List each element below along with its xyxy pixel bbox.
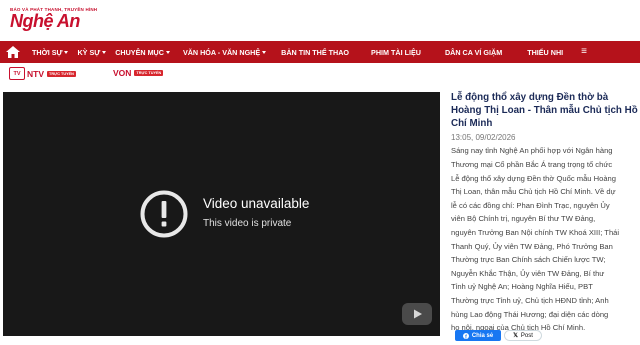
youtube-logo-icon[interactable]	[402, 303, 432, 325]
facebook-share-button[interactable]: f Chia sẻ	[455, 330, 501, 341]
ntv-live-badge: TRỰC TUYẾN	[47, 70, 76, 77]
nav-item-thieu-nhi[interactable]: THIẾU NHI	[527, 48, 563, 57]
article-panel: Lễ động thổ xây dựng Đền thờ bà Hoàng Th…	[451, 92, 640, 334]
nav-item-ky-su[interactable]: KỲ SỰ	[77, 48, 107, 57]
chevron-down-icon	[262, 50, 267, 54]
x-post-button[interactable]: 𝕏 Post	[504, 330, 542, 341]
video-error-subtitle: This video is private	[203, 218, 292, 229]
von-live-badge: TRỰC TUYẾN	[134, 70, 164, 76]
video-error-title: Video unavailable	[203, 196, 310, 211]
alert-circle-icon	[140, 190, 188, 238]
ntv-live-link[interactable]: TV NTV TRỰC TUYẾN	[9, 67, 76, 80]
chevron-down-icon	[102, 50, 107, 54]
ntv-label: NTV	[27, 68, 44, 79]
nav-item-phim-tai-lieu[interactable]: PHIM TÀI LIỆU	[371, 48, 421, 57]
chevron-down-icon	[165, 50, 170, 54]
facebook-icon: f	[462, 332, 469, 339]
nav-item-chuyen-muc[interactable]: CHUYÊN MỤC	[115, 48, 170, 57]
nav-item-van-hoa[interactable]: VĂN HÓA - VĂN NGHỆ	[183, 48, 267, 57]
video-player[interactable]: Video unavailable This video is private	[3, 92, 440, 336]
nav-item-thoi-su[interactable]: THỜI SỰ	[32, 48, 69, 57]
tv-icon: TV	[9, 67, 25, 80]
site-logo[interactable]: BÁO VÀ PHÁT THANH, TRUYỀN HÌNH Nghệ An	[10, 7, 97, 30]
nav-item-dan-ca-vi-giam[interactable]: DÂN CA VÍ GIẶM	[445, 48, 502, 57]
article-title[interactable]: Lễ động thổ xây dựng Đền thờ bà Hoàng Th…	[451, 92, 640, 130]
logo-name: Nghệ An	[10, 11, 80, 31]
home-icon[interactable]	[2, 41, 24, 63]
main-nav: THỜI SỰ KỲ SỰ CHUYÊN MỤC VĂN HÓA - VĂN N…	[0, 41, 640, 63]
live-channels-bar: TV NTV TRỰC TUYẾN VON TRỰC TUYẾN	[0, 63, 640, 83]
von-label: VON	[113, 68, 132, 78]
chevron-down-icon	[64, 50, 69, 54]
site-header: BÁO VÀ PHÁT THANH, TRUYỀN HÌNH Nghệ An	[0, 0, 640, 41]
von-live-link[interactable]: VON TRỰC TUYẾN	[113, 68, 164, 78]
nav-item-ban-tin-the-thao[interactable]: BẢN TIN THỂ THAO	[281, 48, 349, 57]
hamburger-menu-icon[interactable]: ≡	[581, 47, 587, 57]
article-timestamp: 13:05, 09/02/2026	[451, 133, 516, 143]
x-logo-icon: 𝕏	[513, 333, 518, 339]
article-body: Sáng nay tỉnh Nghệ An phối hợp với Ngân …	[451, 146, 620, 333]
